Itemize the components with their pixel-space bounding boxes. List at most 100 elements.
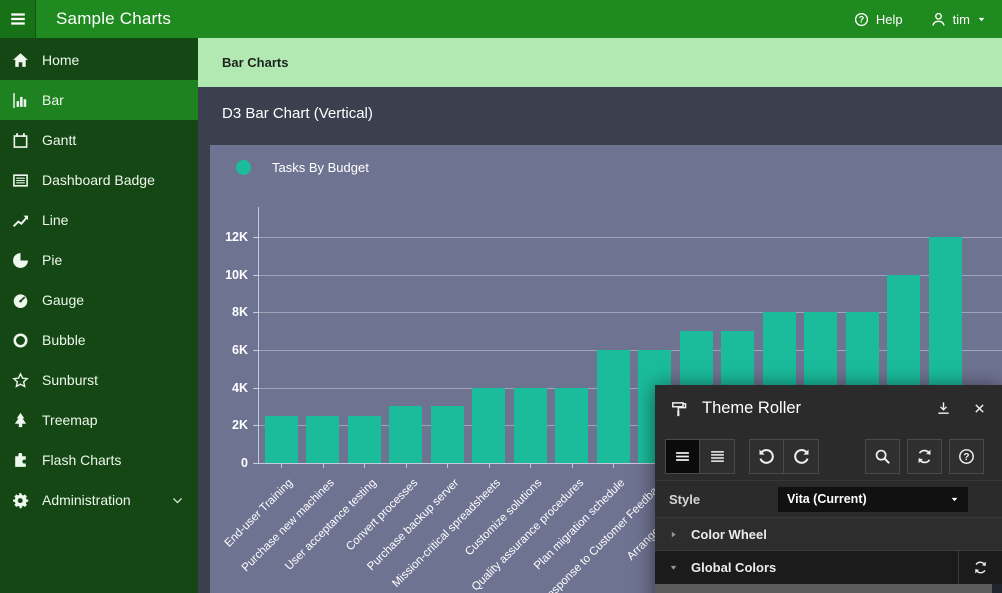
- sidebar-item-label: Administration: [42, 492, 131, 508]
- bar[interactable]: [348, 416, 381, 463]
- sidebar-item-label: Bar: [42, 92, 64, 108]
- close-button[interactable]: [973, 402, 986, 415]
- list-compact-icon: [674, 448, 691, 465]
- x-tick-label: End-user Training: [223, 477, 296, 550]
- refresh-icon: [973, 560, 988, 575]
- user-menu-button[interactable]: tim: [931, 12, 986, 27]
- help-button[interactable]: ?: [949, 439, 984, 474]
- x-tick-mark: [489, 463, 490, 468]
- sidebar-item-dashboard-badge[interactable]: Dashboard Badge: [0, 160, 198, 200]
- help-button[interactable]: ? Help: [854, 12, 903, 27]
- y-tick-mark: [253, 237, 258, 238]
- theme-roller-body: [655, 584, 1002, 593]
- caret-down-icon: [977, 15, 986, 24]
- y-tick-label: 2K: [212, 417, 248, 433]
- redo-icon: [793, 448, 810, 465]
- scrollbar[interactable]: [992, 584, 1002, 593]
- bar[interactable]: [431, 406, 464, 463]
- sidebar-item-label: Pie: [42, 252, 62, 268]
- bar-chart-icon: [12, 92, 29, 109]
- y-tick-mark: [253, 312, 258, 313]
- sidebar-item-bubble[interactable]: Bubble: [0, 320, 198, 360]
- section-color-wheel[interactable]: Color Wheel: [655, 517, 1002, 550]
- hamburger-icon: [9, 10, 27, 28]
- star-icon: [12, 372, 29, 389]
- sidebar-item-gauge[interactable]: Gauge: [0, 280, 198, 320]
- sidebar-item-flash-charts[interactable]: Flash Charts: [0, 440, 198, 480]
- help-circle-icon: ?: [958, 448, 975, 465]
- sidebar-item-label: Gauge: [42, 292, 84, 308]
- gridline: [258, 237, 1002, 238]
- bar[interactable]: [389, 406, 422, 463]
- bar[interactable]: [514, 388, 547, 463]
- badge-list-icon: [12, 172, 29, 189]
- sidebar-item-line[interactable]: Line: [0, 200, 198, 240]
- undo-button[interactable]: [749, 439, 784, 474]
- bar[interactable]: [472, 388, 505, 463]
- search-button[interactable]: [865, 439, 900, 474]
- x-tick-label: Convert processes: [344, 477, 420, 553]
- y-tick-mark: [253, 388, 258, 389]
- section-global-colors[interactable]: Global Colors: [655, 550, 1002, 584]
- bar[interactable]: [597, 350, 630, 463]
- home-icon: [12, 52, 29, 69]
- comfortable-view-button[interactable]: [700, 439, 735, 474]
- question-circle-icon: ?: [854, 12, 869, 27]
- sidebar-item-label: Sunburst: [42, 372, 98, 388]
- undo-icon: [758, 448, 775, 465]
- breadcrumb: Bar Charts: [222, 55, 288, 70]
- redo-button[interactable]: [784, 439, 819, 474]
- bar[interactable]: [555, 388, 588, 463]
- reset-global-colors-button[interactable]: [958, 551, 1002, 584]
- refresh-button[interactable]: [907, 439, 942, 474]
- style-row: Style Vita (Current): [655, 481, 1002, 517]
- sidebar: Home Bar Gantt Dashboard Badge Line Pie Gauge B…: [0, 38, 198, 593]
- style-select[interactable]: Vita (Current): [778, 487, 968, 512]
- sidebar-item-home[interactable]: Home: [0, 40, 198, 80]
- puzzle-icon: [12, 452, 29, 469]
- panel-title: D3 Bar Chart (Vertical): [222, 105, 373, 122]
- line-chart-icon: [12, 212, 29, 229]
- legend-label: Tasks By Budget: [272, 160, 369, 175]
- hamburger-menu-button[interactable]: [0, 0, 36, 38]
- sidebar-item-administration[interactable]: Administration: [0, 480, 198, 520]
- sidebar-item-label: Treemap: [42, 412, 98, 428]
- x-tick-mark: [281, 463, 282, 468]
- sidebar-item-label: Flash Charts: [42, 452, 121, 468]
- y-tick-label: 6K: [212, 342, 248, 358]
- sidebar-item-pie[interactable]: Pie: [0, 240, 198, 280]
- theme-roller-panel: Theme Roller ? Style Vita (Current) Colo…: [655, 385, 1002, 593]
- sidebar-item-sunburst[interactable]: Sunburst: [0, 360, 198, 400]
- style-select-value: Vita (Current): [787, 492, 867, 506]
- sidebar-item-label: Home: [42, 52, 79, 68]
- close-icon: [973, 402, 986, 415]
- app-window: Sample Charts ? Help tim HomeBarGanttDas…: [0, 0, 1002, 593]
- theme-roller-toolbar: ?: [655, 432, 1002, 481]
- sidebar-item-gantt[interactable]: Gantt: [0, 120, 198, 160]
- tree-icon: [12, 412, 29, 429]
- x-tick-mark: [323, 463, 324, 468]
- bar[interactable]: [265, 416, 298, 463]
- chart-legend[interactable]: Tasks By Budget: [236, 160, 369, 175]
- y-tick-mark: [253, 463, 258, 464]
- y-tick-mark: [253, 275, 258, 276]
- sidebar-item-label: Dashboard Badge: [42, 172, 155, 188]
- pie-chart-icon: [12, 252, 29, 269]
- refresh-icon: [916, 448, 933, 465]
- x-tick-mark: [613, 463, 614, 468]
- bar[interactable]: [306, 416, 339, 463]
- x-tick-label: Customize solutions: [463, 477, 544, 558]
- sidebar-item-treemap[interactable]: Treemap: [0, 400, 198, 440]
- help-label: Help: [876, 12, 903, 27]
- chevron-down-icon: [171, 494, 184, 507]
- search-icon: [874, 448, 891, 465]
- person-icon: [931, 12, 946, 27]
- compact-view-button[interactable]: [665, 439, 700, 474]
- caret-down-icon: [950, 495, 959, 504]
- export-theme-button[interactable]: [936, 401, 951, 416]
- x-tick-mark: [572, 463, 573, 468]
- svg-text:?: ?: [963, 451, 969, 462]
- triangle-right-icon: [669, 530, 678, 539]
- y-tick-label: 0: [212, 455, 248, 471]
- sidebar-item-bar[interactable]: Bar: [0, 80, 198, 120]
